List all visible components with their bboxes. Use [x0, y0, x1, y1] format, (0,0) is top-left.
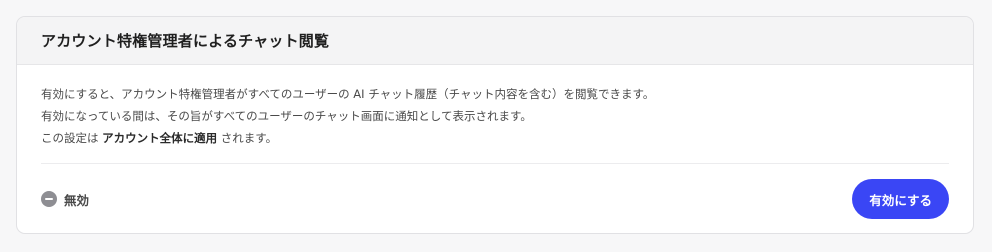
description-line-3-emphasis: アカウント全体に適用 [102, 131, 218, 145]
description-line-2: 有効になっている間は、その旨がすべてのユーザーのチャット画面に通知として表示され… [41, 109, 532, 123]
minus-circle-icon [41, 191, 57, 207]
status-indicator: 無効 [41, 190, 89, 209]
description-line-3-suffix: されます。 [217, 131, 278, 145]
description-line-3: この設定は アカウント全体に適用 されます。 [41, 127, 949, 149]
description-line-3-prefix: この設定は [41, 131, 103, 145]
chat-viewing-settings-card: アカウント特権管理者によるチャット閲覧 有効にすると、アカウント特権管理者がすべ… [16, 16, 974, 234]
description-line-1: 有効にすると、アカウント特権管理者がすべてのユーザーの AI チャット履歴（チャ… [41, 87, 655, 101]
card-title: アカウント特権管理者によるチャット閲覧 [41, 32, 330, 50]
status-label: 無効 [64, 192, 90, 208]
card-body: 有効にすると、アカウント特権管理者がすべてのユーザーの AI チャット履歴（チャ… [17, 65, 973, 233]
card-header: アカウント特権管理者によるチャット閲覧 [17, 17, 973, 65]
card-footer: 無効 有効にする [41, 163, 949, 233]
enable-button[interactable]: 有効にする [852, 179, 949, 219]
